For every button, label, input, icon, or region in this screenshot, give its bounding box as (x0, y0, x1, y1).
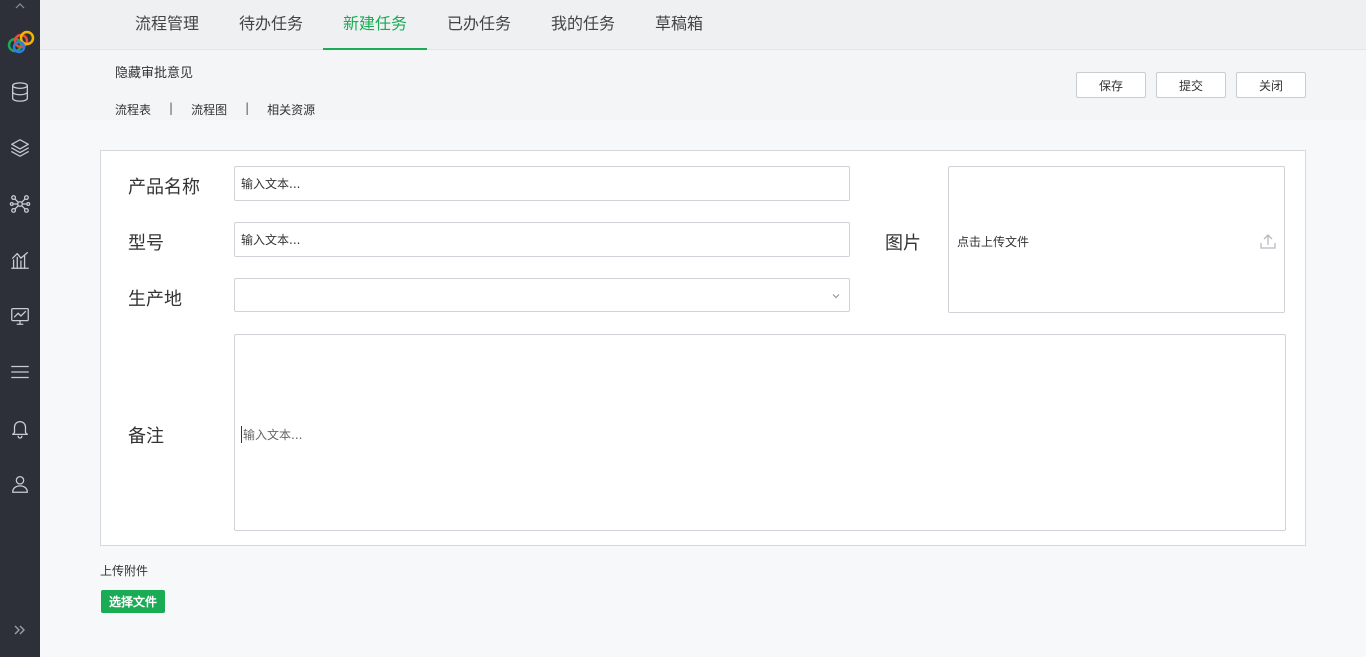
model-input[interactable]: 输入文本... (234, 222, 850, 257)
chevron-up-icon[interactable] (0, 0, 40, 12)
user-icon[interactable] (8, 472, 32, 496)
remarks-textarea[interactable]: 输入文本... (234, 334, 1286, 531)
chevron-down-icon (831, 290, 841, 300)
choose-file-button[interactable]: 选择文件 (101, 590, 165, 613)
origin-label: 生产地 (128, 289, 182, 310)
chart-icon[interactable] (8, 248, 32, 272)
upload-attachment-label: 上传附件 (100, 564, 149, 578)
product-name-label: 产品名称 (128, 177, 200, 198)
upload-prompt: 点击上传文件 (957, 235, 1030, 249)
tab-drafts[interactable]: 草稿箱 (640, 0, 718, 50)
upload-icon (1258, 231, 1278, 251)
product-name-input[interactable]: 输入文本... (234, 166, 850, 201)
remarks-label: 备注 (128, 426, 164, 447)
tab-done-tasks[interactable]: 已办任务 (432, 0, 526, 50)
task-form: 产品名称 输入文本... 型号 输入文本... 生产地 图片 点击上传文件 备注… (100, 150, 1306, 546)
link-process-table[interactable]: 流程表 (115, 101, 151, 118)
tab-my-tasks[interactable]: 我的任务 (536, 0, 630, 50)
process-links: 流程表 | 流程图 | 相关资源 (115, 101, 315, 118)
sidebar (0, 0, 40, 657)
database-icon[interactable] (8, 80, 32, 104)
network-icon[interactable] (8, 192, 32, 216)
link-process-diagram[interactable]: 流程图 (191, 101, 227, 118)
menu-icon[interactable] (8, 360, 32, 384)
top-nav: 流程管理 待办任务 新建任务 已办任务 我的任务 草稿箱 (40, 0, 1366, 50)
close-button[interactable]: 关闭 (1236, 72, 1306, 98)
submit-button[interactable]: 提交 (1156, 72, 1226, 98)
link-separator: | (245, 101, 250, 115)
tab-process-management[interactable]: 流程管理 (120, 0, 214, 50)
hide-approval-opinion-toggle[interactable]: 隐藏审批意见 (115, 62, 193, 81)
image-label: 图片 (885, 233, 921, 254)
remarks-placeholder: 输入文本... (241, 426, 303, 443)
image-upload-area[interactable]: 点击上传文件 (948, 166, 1285, 313)
bell-icon[interactable] (8, 416, 32, 440)
save-button[interactable]: 保存 (1076, 72, 1146, 98)
monitor-icon[interactable] (8, 304, 32, 328)
link-related-resources[interactable]: 相关资源 (267, 101, 315, 118)
model-label: 型号 (128, 233, 164, 254)
sub-header: 隐藏审批意见 流程表 | 流程图 | 相关资源 保存 提交 关闭 (40, 50, 1366, 120)
tab-todo-tasks[interactable]: 待办任务 (224, 0, 318, 50)
tab-new-task[interactable]: 新建任务 (323, 0, 427, 50)
expand-icon[interactable] (10, 620, 30, 640)
layers-icon[interactable] (8, 136, 32, 160)
logo-icon[interactable] (6, 28, 36, 58)
link-separator: | (169, 101, 174, 115)
origin-select[interactable] (234, 278, 850, 312)
